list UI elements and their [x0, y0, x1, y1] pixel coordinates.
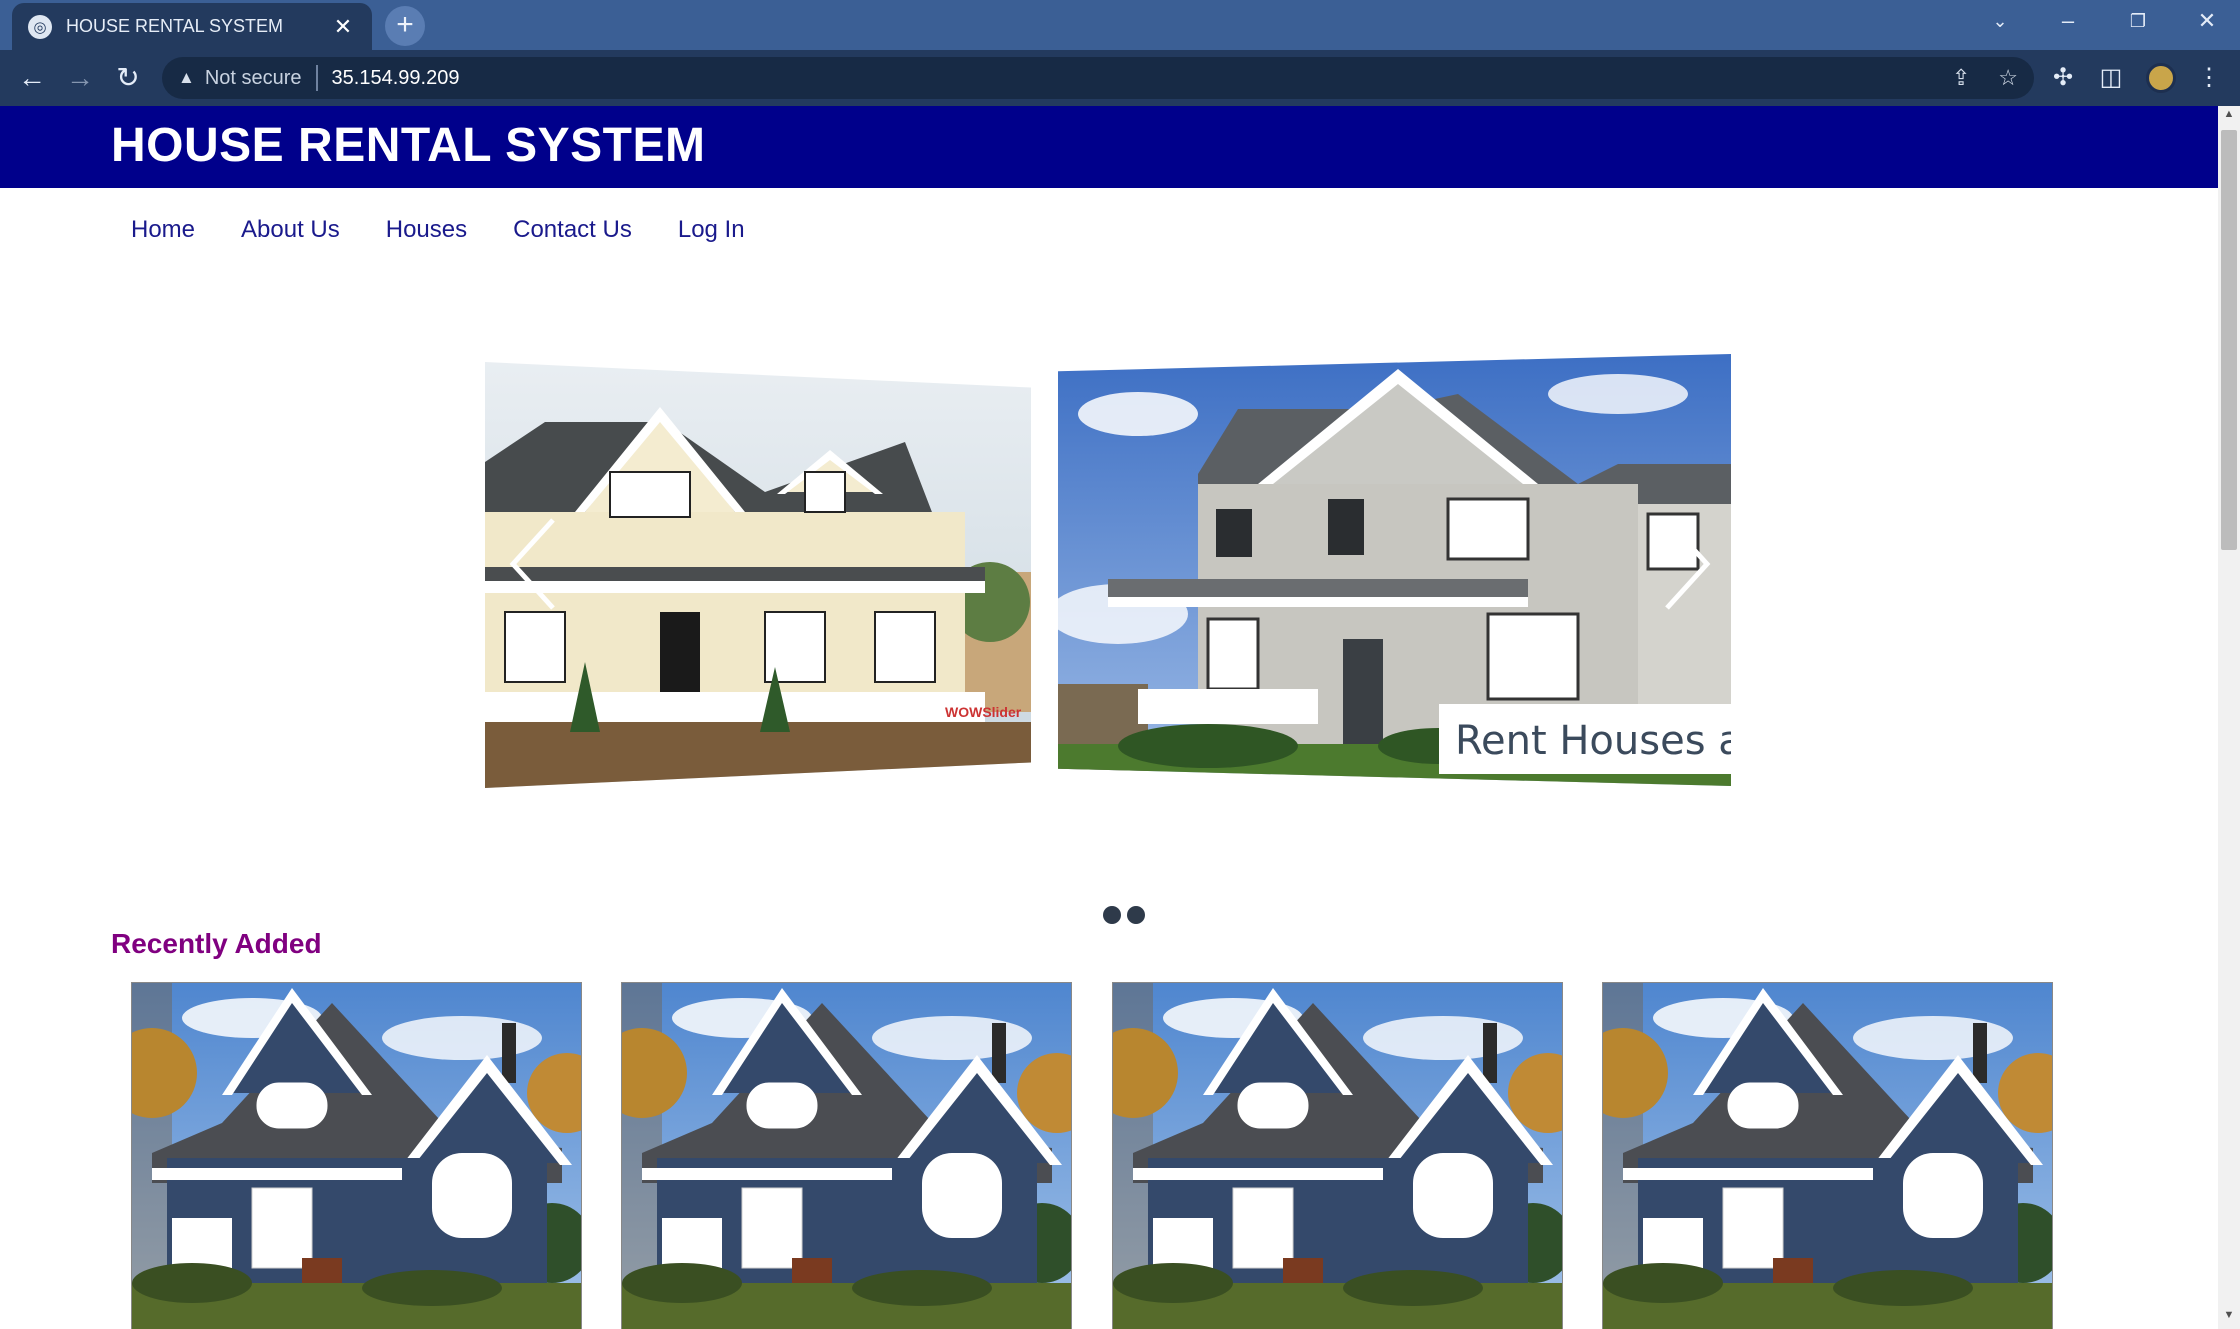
slider-dot[interactable] [1103, 906, 1121, 924]
scroll-down-arrow-icon[interactable]: ▼ [2218, 1309, 2240, 1327]
page-scrollbar[interactable]: ▲ ▼ [2218, 106, 2240, 1329]
minimize-button[interactable]: – [2033, 0, 2103, 44]
share-icon[interactable]: ⇪ [1952, 65, 1970, 91]
browser-tab[interactable]: ◎ HOUSE RENTAL SYSTEM ✕ [12, 3, 372, 50]
profile-avatar[interactable] [2146, 63, 2176, 93]
house-card[interactable] [621, 982, 1072, 1329]
reload-icon[interactable]: ↻ [110, 60, 146, 96]
nav-contact-us[interactable]: Contact Us [513, 216, 632, 244]
globe-icon: ◎ [28, 14, 52, 39]
nav-houses[interactable]: Houses [386, 216, 467, 244]
nav-about-us[interactable]: About Us [241, 216, 340, 244]
browser-toolbar: ← → ↻ ▲ Not secure 35.154.99.209 ⇪ ☆ ✣ ◫… [0, 50, 2240, 106]
forward-icon[interactable]: → [62, 60, 98, 96]
close-window-button[interactable]: ✕ [2172, 0, 2240, 44]
chevron-left-icon[interactable] [505, 514, 565, 614]
close-tab-icon[interactable]: ✕ [330, 14, 356, 40]
slider-watermark: WOWSlider [945, 704, 1022, 720]
extensions-icon[interactable]: ✣ [2043, 60, 2083, 96]
new-tab-button[interactable]: + [385, 6, 425, 46]
recently-added-title: Recently Added [111, 928, 322, 959]
tab-search-icon[interactable]: ⌄ [1965, 0, 2035, 44]
house-photo [132, 983, 581, 1329]
tab-title: HOUSE RENTAL SYSTEM [66, 16, 284, 36]
main-nav: Home About Us Houses Contact Us Log In [131, 216, 745, 244]
house-photo [622, 983, 1071, 1329]
url-text[interactable]: 35.154.99.209 [332, 67, 460, 90]
bookmark-star-icon[interactable]: ☆ [1998, 65, 2018, 91]
side-panel-icon[interactable]: ◫ [2091, 60, 2131, 96]
restore-button[interactable]: ❐ [2103, 0, 2173, 44]
slider-dot[interactable] [1127, 906, 1145, 924]
back-icon[interactable]: ← [14, 60, 50, 96]
nav-log-in[interactable]: Log In [678, 216, 745, 244]
house-card[interactable] [1112, 982, 1563, 1329]
address-bar[interactable]: ▲ Not secure 35.154.99.209 ⇪ ☆ [162, 57, 2034, 99]
scroll-up-arrow-icon[interactable]: ▲ [2218, 108, 2240, 126]
security-label[interactable]: Not secure [205, 67, 302, 90]
site-header: HOUSE RENTAL SYSTEM [0, 106, 2218, 188]
omnibox-divider [315, 65, 318, 91]
house-photo [1603, 983, 2052, 1329]
scroll-thumb[interactable] [2221, 130, 2237, 550]
slide-caption: Rent Houses a [1439, 704, 1731, 774]
slide-image-cream-house: WOWSlider [485, 362, 1031, 788]
site-title: HOUSE RENTAL SYSTEM [111, 119, 706, 172]
nav-home[interactable]: Home [131, 216, 195, 244]
house-card[interactable] [1602, 982, 2053, 1329]
slider-dots [1103, 906, 1145, 924]
house-card[interactable] [131, 982, 582, 1329]
image-slider: WOWSlider Rent Houses a [485, 354, 1731, 794]
browser-tab-strip: ◎ HOUSE RENTAL SYSTEM ✕ + ⌄ – ❐ ✕ [0, 0, 2240, 50]
warning-icon[interactable]: ▲ [178, 68, 195, 88]
chevron-right-icon[interactable] [1655, 514, 1715, 614]
page-viewport: HOUSE RENTAL SYSTEM Home About Us Houses… [0, 106, 2218, 1329]
menu-icon[interactable]: ⋮ [2189, 60, 2229, 96]
house-photo [1113, 983, 1562, 1329]
